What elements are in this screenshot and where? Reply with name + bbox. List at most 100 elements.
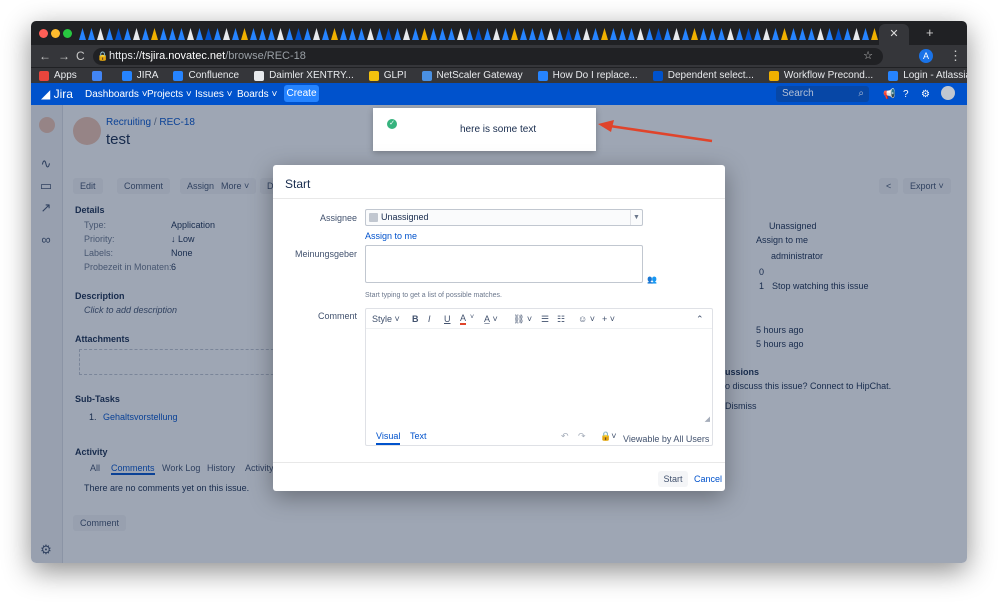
url-field[interactable]: 🔒 https://tsjira.novatec.net/browse/REC-… <box>93 48 883 65</box>
tab-favicon-icon[interactable] <box>259 28 266 40</box>
italic-button[interactable]: I <box>428 314 431 324</box>
tab-favicon-icon[interactable] <box>322 28 329 40</box>
tab-favicon-icon[interactable] <box>547 28 554 40</box>
tab-favicon-icon[interactable] <box>403 28 410 40</box>
tab-favicon-icon[interactable] <box>511 28 518 40</box>
link-button[interactable]: ⛓ ˅ <box>513 314 532 325</box>
nav-boards[interactable]: Boards ˅ <box>237 89 277 100</box>
tab-favicon-icon[interactable] <box>250 28 257 40</box>
tab-favicon-icon[interactable] <box>619 28 626 40</box>
tab-favicon-icon[interactable] <box>808 28 815 40</box>
tab-favicon-icon[interactable] <box>358 28 365 40</box>
minimize-window-button[interactable] <box>51 29 60 38</box>
tab-favicon-icon[interactable] <box>286 28 293 40</box>
new-tab-button[interactable]: + <box>926 25 934 40</box>
tab-favicon-icon[interactable] <box>187 28 194 40</box>
tab-favicon-icon[interactable] <box>592 28 599 40</box>
bullet-list-button[interactable]: ☰ <box>541 314 549 325</box>
tab-favicon-icon[interactable] <box>277 28 284 40</box>
tab-favicon-icon[interactable] <box>205 28 212 40</box>
tab-favicon-icon[interactable] <box>304 28 311 40</box>
text-color-button[interactable]: A <box>460 314 467 325</box>
tab-favicon-icon[interactable] <box>430 28 437 40</box>
tab-close-icon[interactable]: ✕ <box>889 28 898 40</box>
comment-textarea[interactable] <box>366 330 712 422</box>
bookmark-item[interactable]: Dependent select... <box>652 70 754 81</box>
underline-button[interactable]: U <box>444 314 451 324</box>
tab-favicon-icon[interactable] <box>799 28 806 40</box>
tab-favicon-icon[interactable] <box>448 28 455 40</box>
tab-favicon-icon[interactable] <box>376 28 383 40</box>
tab-favicon-icon[interactable] <box>529 28 536 40</box>
tab-favicon-icon[interactable] <box>457 28 464 40</box>
tab-favicon-icon[interactable] <box>349 28 356 40</box>
start-button[interactable]: Start <box>658 471 688 487</box>
tab-favicon-icon[interactable] <box>718 28 725 40</box>
notifications-icon[interactable]: 📢 <box>883 89 895 100</box>
tab-favicon-icon[interactable] <box>646 28 653 40</box>
bookmark-item[interactable]: NetScaler Gateway <box>421 70 523 81</box>
bold-button[interactable]: B <box>412 314 419 324</box>
insert-more-button[interactable]: + ˅ <box>602 314 615 324</box>
tab-favicon-icon[interactable] <box>313 28 320 40</box>
tab-favicon-icon[interactable] <box>214 28 221 40</box>
tab-favicon-icon[interactable] <box>844 28 851 40</box>
resize-handle-icon[interactable]: ◢ <box>705 415 710 423</box>
tab-favicon-icon[interactable] <box>862 28 869 40</box>
tab-favicon-icon[interactable] <box>367 28 374 40</box>
bookmark-item[interactable]: Daimler XENTRY... <box>254 70 354 81</box>
more-formatting-button[interactable]: A̲ ˅ <box>484 314 498 324</box>
nav-projects[interactable]: Projects ˅ <box>147 89 192 100</box>
tab-favicon-icon[interactable] <box>790 28 797 40</box>
tab-favicon-icon[interactable] <box>241 28 248 40</box>
tab-favicon-icon[interactable] <box>574 28 581 40</box>
tab-favicon-icon[interactable] <box>664 28 671 40</box>
jira-logo[interactable]: ◢ Jira <box>41 87 73 101</box>
browser-menu-icon[interactable]: ⋮ <box>949 48 962 64</box>
tab-favicon-icon[interactable] <box>268 28 275 40</box>
tab-favicon-icon[interactable] <box>691 28 698 40</box>
tab-favicon-icon[interactable] <box>637 28 644 40</box>
tab-strip[interactable] <box>79 25 897 42</box>
tab-favicon-icon[interactable] <box>610 28 617 40</box>
reload-icon[interactable]: C <box>76 49 85 63</box>
tab-favicon-icon[interactable] <box>565 28 572 40</box>
tab-favicon-icon[interactable] <box>817 28 824 40</box>
tab-favicon-icon[interactable] <box>115 28 122 40</box>
nav-dashboards[interactable]: Dashboards ˅ <box>85 89 148 100</box>
bookmark-item[interactable]: GLPI <box>368 70 407 81</box>
tab-favicon-icon[interactable] <box>124 28 131 40</box>
tab-favicon-icon[interactable] <box>520 28 527 40</box>
bookmark-item[interactable]: Login - Atlassian... <box>888 70 967 81</box>
nav-issues[interactable]: Issues ˅ <box>195 89 233 100</box>
numbered-list-button[interactable]: ☷ <box>557 314 565 325</box>
bookmark-item[interactable]: Confluence <box>173 70 239 81</box>
assignee-select[interactable]: Unassigned ▼ <box>365 209 643 226</box>
tab-favicon-icon[interactable] <box>628 28 635 40</box>
emoji-button[interactable]: ☺ ˅ <box>578 314 595 324</box>
tab-favicon-icon[interactable] <box>295 28 302 40</box>
tab-favicon-icon[interactable] <box>709 28 716 40</box>
tab-favicon-icon[interactable] <box>79 28 86 40</box>
tab-favicon-icon[interactable] <box>745 28 752 40</box>
tab-favicon-icon[interactable] <box>394 28 401 40</box>
tab-favicon-icon[interactable] <box>538 28 545 40</box>
tab-favicon-icon[interactable] <box>412 28 419 40</box>
tab-text[interactable]: Text <box>410 431 427 441</box>
tab-favicon-icon[interactable] <box>223 28 230 40</box>
tab-favicon-icon[interactable] <box>682 28 689 40</box>
tab-favicon-icon[interactable] <box>700 28 707 40</box>
tab-favicon-icon[interactable] <box>826 28 833 40</box>
tab-favicon-icon[interactable] <box>475 28 482 40</box>
style-dropdown[interactable]: Style ˅ <box>372 314 400 324</box>
tab-favicon-icon[interactable] <box>763 28 770 40</box>
search-input[interactable]: Search ⌕ <box>776 86 869 102</box>
visibility-lock-icon[interactable]: 🔒˅ <box>600 431 616 442</box>
tab-favicon-icon[interactable] <box>232 28 239 40</box>
tab-favicon-icon[interactable] <box>385 28 392 40</box>
tab-favicon-icon[interactable] <box>484 28 491 40</box>
tab-favicon-icon[interactable] <box>169 28 176 40</box>
tab-favicon-icon[interactable] <box>871 28 878 40</box>
tab-favicon-icon[interactable] <box>583 28 590 40</box>
redo-icon[interactable]: ↷ <box>578 431 586 442</box>
